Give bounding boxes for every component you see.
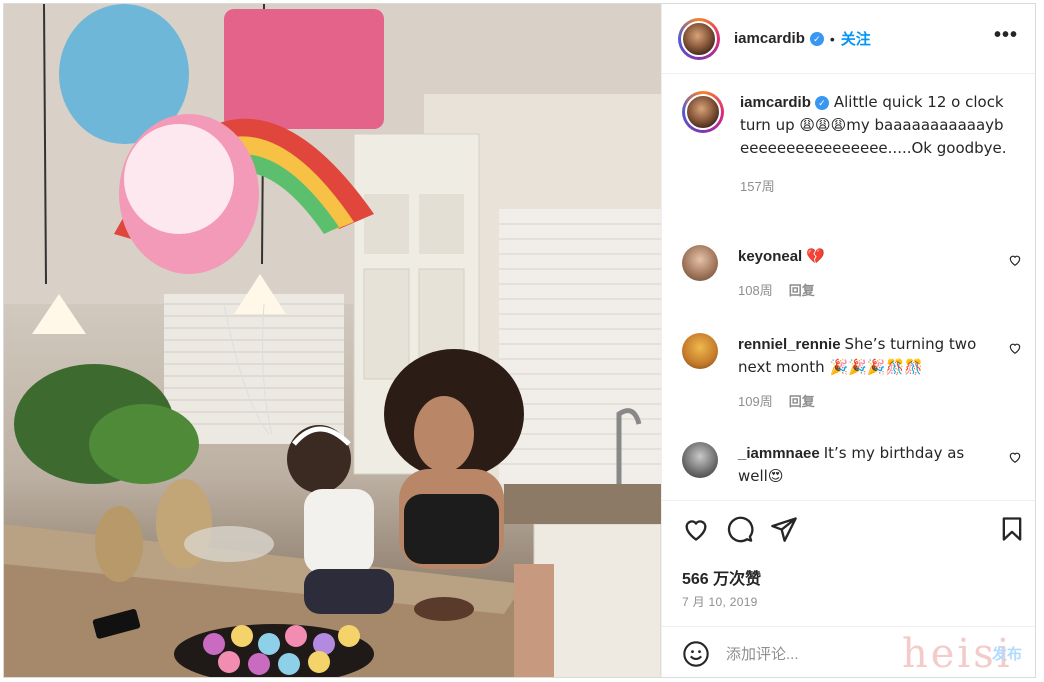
heart-icon[interactable] xyxy=(1008,253,1022,267)
comment-icon[interactable] xyxy=(726,515,754,543)
verified-icon: ✓ xyxy=(814,96,829,110)
verified-icon: ✓ xyxy=(809,31,824,46)
comment-username[interactable]: _iammnaee xyxy=(738,445,820,462)
caption-username[interactable]: iamcardib xyxy=(740,94,811,111)
post-button[interactable]: 发布 xyxy=(992,643,1022,664)
action-bar: 566 万次赞 7 月 10, 2019 xyxy=(662,500,1035,626)
comment-username[interactable]: keyoneal xyxy=(738,248,802,265)
comment-time[interactable]: 108周 xyxy=(738,283,773,298)
commenter-avatar[interactable] xyxy=(682,442,718,478)
reply-button[interactable]: 回复 xyxy=(789,394,815,409)
comment-item: renniel_rennie She’s turning two next mon… xyxy=(682,333,1022,413)
follow-button[interactable]: 关注 xyxy=(841,28,871,49)
heart-icon[interactable] xyxy=(1008,341,1022,355)
post-modal: iamcardib ✓ • 关注 ••• iamcardib ✓ Alittle q… xyxy=(3,3,1036,678)
post-date[interactable]: 7 月 10, 2019 xyxy=(682,593,758,610)
likes-count[interactable]: 566 万次赞 xyxy=(682,565,761,589)
photo-illustration xyxy=(4,4,661,677)
smile-icon[interactable] xyxy=(682,640,710,668)
bookmark-icon[interactable] xyxy=(998,515,1026,543)
caption-time[interactable]: 157周 xyxy=(740,179,775,194)
side-panel: iamcardib ✓ • 关注 ••• iamcardib ✓ Alittle q… xyxy=(661,4,1035,677)
commenter-avatar[interactable] xyxy=(682,333,718,369)
post-photo[interactable] xyxy=(4,4,661,677)
comment-text: 💔 xyxy=(806,247,825,265)
post-header: iamcardib ✓ • 关注 ••• xyxy=(662,4,1035,74)
caption: iamcardib ✓ Alittle quick 12 o clock turn … xyxy=(682,91,1022,198)
reply-button[interactable]: 回复 xyxy=(789,283,815,298)
comment-item: _iammnaee It’s my birthday as well😍 xyxy=(682,442,1022,488)
author-username[interactable]: iamcardib xyxy=(734,30,805,47)
comments-list[interactable]: iamcardib ✓ Alittle quick 12 o clock turn … xyxy=(662,75,1035,495)
more-icon[interactable]: ••• xyxy=(994,25,1018,45)
comment-item: keyoneal 💔 108周 回复 xyxy=(682,245,1022,302)
add-comment-bar: heisi 发布 xyxy=(662,626,1035,677)
share-icon[interactable] xyxy=(770,515,798,543)
commenter-avatar[interactable] xyxy=(682,245,718,281)
comment-input[interactable] xyxy=(726,641,946,667)
caption-avatar[interactable] xyxy=(682,91,724,133)
separator-dot: • xyxy=(829,30,835,47)
heart-icon[interactable] xyxy=(1008,450,1022,464)
comment-username[interactable]: renniel_rennie xyxy=(738,336,841,353)
author-avatar[interactable] xyxy=(678,17,720,60)
heart-icon[interactable] xyxy=(682,515,710,543)
comment-time[interactable]: 109周 xyxy=(738,394,773,409)
